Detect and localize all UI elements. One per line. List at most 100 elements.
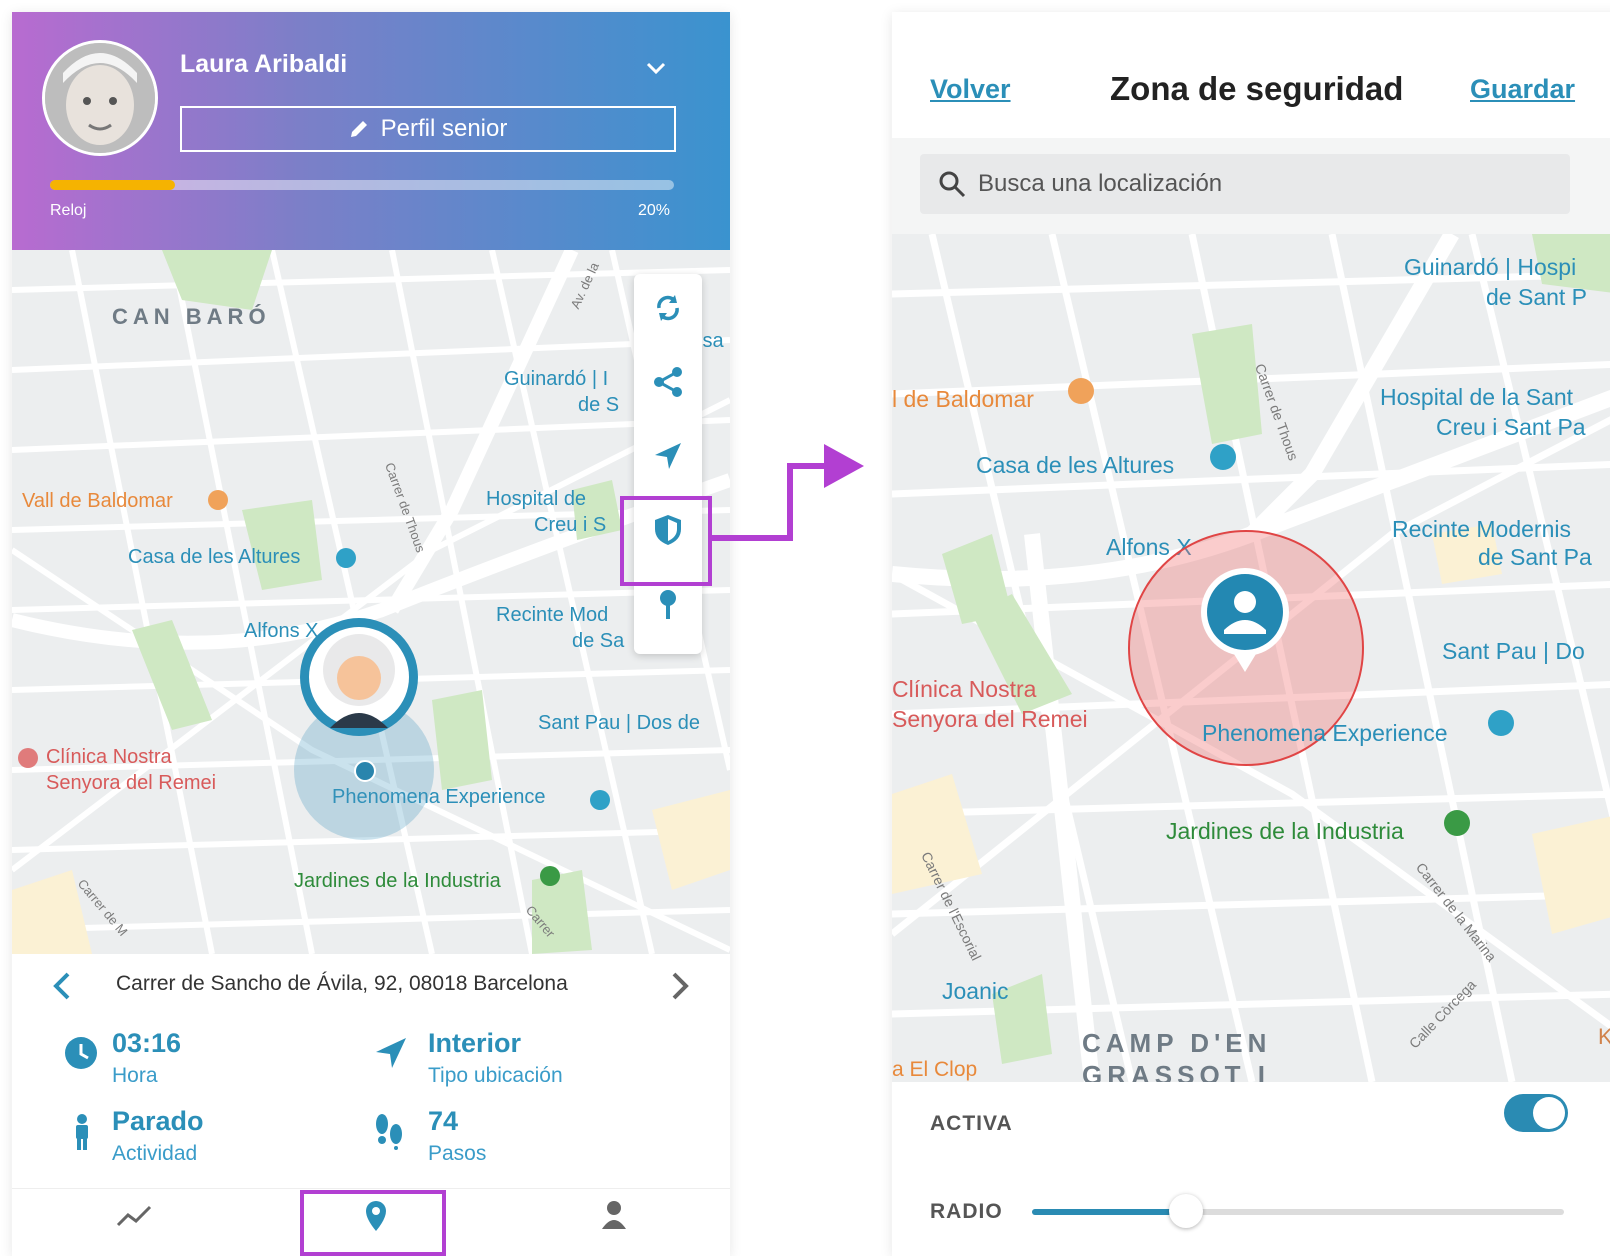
safety-zone-screen: Volver Zona de seguridad Guardar Busca u…: [892, 12, 1610, 1256]
pencil-icon: [350, 121, 367, 137]
person-icon: [1201, 568, 1289, 672]
search-input[interactable]: Busca una localización: [920, 154, 1570, 214]
park-icon: [1444, 810, 1470, 836]
navigation-icon: [374, 1036, 408, 1070]
poi-sant-pau[interactable]: Sant Pau | Do: [1442, 638, 1585, 665]
radius-label: RADIO: [930, 1200, 1003, 1223]
camera-icon: [336, 548, 356, 568]
theater-icon: [1488, 710, 1514, 736]
poi-guinardo-line2: de Sant P: [1486, 284, 1588, 310]
map-view[interactable]: CAN BARÓ Av. de la Guinardó | I de S isa…: [12, 250, 730, 954]
active-row: ACTIVA: [892, 1082, 1610, 1169]
poi-recinte[interactable]: Recinte Modernis: [1392, 516, 1571, 543]
poi-recinte-line2: de Sa: [572, 630, 625, 652]
district-label: CAMP D'EN: [1082, 1028, 1272, 1058]
radius-slider-fill: [1032, 1209, 1187, 1215]
share-button[interactable]: [634, 348, 702, 416]
refresh-icon: [657, 295, 679, 321]
user-location-marker[interactable]: [1198, 568, 1292, 674]
top-bar: Volver Zona de seguridad Guardar: [892, 12, 1610, 138]
share-icon: [654, 367, 682, 397]
footsteps-icon: [372, 1112, 406, 1150]
location-type-value: Interior: [428, 1028, 522, 1058]
poi-label-fragment: K: [1598, 1024, 1610, 1049]
poi-clinica[interactable]: Clínica Nostra: [46, 746, 172, 769]
poi-guinardo[interactable]: Guinardó | Hospi: [1404, 254, 1576, 281]
poi-jardines[interactable]: Jardines de la Industria: [1166, 818, 1404, 845]
avatar[interactable]: [42, 40, 158, 156]
senior-face-icon: [309, 627, 409, 728]
poi-casa-altures[interactable]: Casa de les Altures: [128, 546, 300, 569]
senior-name: Laura Aribaldi: [180, 50, 348, 78]
highlight-box: [620, 496, 712, 586]
clock-icon: [64, 1036, 98, 1070]
poi-phenomena[interactable]: Phenomena Experience: [1202, 720, 1448, 747]
pin-icon: [660, 590, 676, 619]
radius-slider-thumb[interactable]: [1169, 1194, 1204, 1228]
district-label: CAN BARÓ: [112, 304, 271, 329]
camera-icon: [1210, 444, 1236, 470]
poi-el-clop: a El Clop: [892, 1058, 978, 1081]
profile-header: Laura Aribaldi Perfil senior Reloj 20%: [12, 12, 730, 250]
theater-icon: [590, 790, 610, 810]
poi-sant-pau[interactable]: Sant Pau | Dos de: [538, 712, 700, 735]
search-placeholder: Busca una localización: [978, 170, 1223, 197]
progress-label: Reloj: [50, 202, 87, 219]
active-label: ACTIVA: [930, 1112, 1013, 1135]
page-title: Zona de seguridad: [1110, 70, 1404, 107]
restaurant-icon: [208, 490, 228, 510]
active-toggle[interactable]: [1504, 1094, 1568, 1132]
poi-recinte[interactable]: Recinte Mod: [496, 604, 608, 627]
back-link[interactable]: Volver: [930, 74, 1011, 105]
search-icon: [939, 171, 966, 198]
poi-clinica[interactable]: Clínica Nostra: [892, 676, 1036, 703]
toggle-knob: [1533, 1097, 1565, 1129]
radius-row: RADIO: [892, 1168, 1610, 1256]
senior-photo: [45, 43, 155, 153]
person-icon[interactable]: [600, 1199, 628, 1231]
status-info-panel: 03:16 Hora Interior Tipo ubicación Parad…: [12, 1018, 730, 1188]
save-link[interactable]: Guardar: [1470, 74, 1575, 105]
zone-map[interactable]: Guinardó | Hospi de Sant P l de Baldomar…: [892, 234, 1610, 1082]
edit-profile-label: Perfil senior: [380, 115, 508, 142]
poi-hospital[interactable]: Hospital de la Sant: [1380, 384, 1573, 411]
steps-value: 74: [428, 1106, 459, 1136]
chevron-down-icon[interactable]: [644, 56, 668, 80]
radius-slider-track[interactable]: [1032, 1194, 1564, 1228]
map-streets: [12, 250, 730, 954]
poi-guinardo[interactable]: Guinardó | I: [504, 368, 608, 391]
poi-clinica-line2: Senyora del Remei: [46, 772, 217, 794]
senior-map-screen: CAN BARÓ Av. de la Guinardó | I de S isa…: [12, 12, 730, 1256]
poi-hospital-line2: Creu i Sant Pa: [1436, 414, 1586, 440]
poi-recinte-line2: de Sant Pa: [1478, 544, 1592, 570]
chevron-right-icon[interactable]: [664, 970, 694, 1002]
refresh-button[interactable]: [634, 274, 702, 342]
battery-progress-bar: [50, 180, 674, 190]
activity-icon[interactable]: [116, 1201, 152, 1231]
progress-value: 20%: [638, 202, 671, 219]
address-bar: Carrer de Sancho de Ávila, 92, 08018 Bar…: [12, 954, 730, 1019]
poi-baldomar[interactable]: l de Baldomar: [892, 386, 1034, 413]
poi-joanic[interactable]: Joanic: [942, 978, 1008, 1005]
location-dot: [354, 760, 376, 782]
time-label: Hora: [112, 1064, 158, 1087]
flow-arrow: [708, 444, 864, 541]
poi-jardines[interactable]: Jardines de la Industria: [294, 870, 501, 893]
standing-person-icon: [70, 1114, 94, 1150]
address-text: Carrer de Sancho de Ávila, 92, 08018 Bar…: [116, 972, 568, 995]
poi-vall-de-baldomar[interactable]: Vall de Baldomar: [22, 490, 173, 513]
poi-guinardo-line2: de S: [578, 394, 620, 416]
poi-hospital[interactable]: Hospital de: [486, 488, 586, 511]
activity-value: Parado: [112, 1106, 204, 1136]
district-label-line2: GRASSOT I: [1082, 1060, 1271, 1082]
chevron-left-icon[interactable]: [48, 970, 78, 1002]
senior-avatar-marker[interactable]: [300, 618, 418, 736]
edit-profile-button[interactable]: Perfil senior: [180, 106, 676, 152]
map-action-bar: [634, 274, 702, 654]
navigate-button[interactable]: [634, 422, 702, 490]
activity-label: Actividad: [112, 1142, 198, 1165]
restaurant-icon: [1068, 378, 1094, 404]
poi-hospital-line2: Creu i S: [534, 514, 607, 536]
poi-casa-altures[interactable]: Casa de les Altures: [976, 452, 1174, 479]
highlight-box: [300, 1190, 446, 1256]
